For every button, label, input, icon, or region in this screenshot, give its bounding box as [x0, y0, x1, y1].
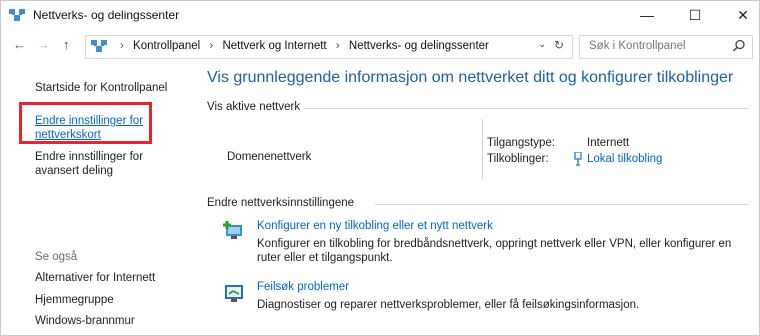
navigation-bar: ← → ↑ › Kontrollpanel › Nettverk og Inte… — [1, 35, 759, 59]
close-button[interactable]: ✕ — [721, 1, 760, 29]
up-button[interactable]: ↑ — [63, 37, 70, 52]
network-name: Domenenettverk — [227, 151, 312, 163]
new-connection-icon — [223, 221, 242, 239]
setup-new-connection-link[interactable]: Konfigurer en ny tilkobling eller et nyt… — [257, 220, 493, 232]
troubleshoot-description: Diagnostiser og reparer nettverksproblem… — [257, 299, 640, 311]
breadcrumb-control-panel[interactable]: Kontrollpanel — [133, 40, 200, 52]
ethernet-icon — [574, 152, 582, 166]
control-panel-home-link[interactable]: Startside for Kontrollpanel — [35, 81, 167, 95]
highlight-annotation — [19, 102, 152, 144]
chevron-down-icon[interactable]: ⌄ — [538, 39, 546, 50]
troubleshoot-problems-link[interactable]: Feilsøk problemer — [257, 281, 349, 293]
main-content: Vis grunnleggende informasjon om nettver… — [191, 65, 759, 335]
see-also-header: Se også — [35, 251, 78, 263]
vertical-divider — [482, 119, 483, 179]
maximize-button[interactable]: ☐ — [673, 1, 717, 29]
page-title: Vis grunnleggende informasjon om nettver… — [207, 69, 734, 86]
search-box[interactable]: Søk i Kontrollpanel — [579, 35, 753, 59]
setup-new-connection-description: Konfigurer en tilkobling for bredbåndsne… — [257, 238, 732, 264]
breadcrumb-separator: › — [335, 40, 340, 52]
breadcrumb-separator: › — [209, 40, 214, 52]
connections-label: Tilkoblinger: — [487, 153, 549, 165]
back-button[interactable]: ← — [13, 37, 26, 52]
windows-firewall-link[interactable]: Windows-brannmur — [35, 314, 135, 328]
active-networks-header: Vis aktive nettverk — [207, 101, 301, 113]
homegroup-link[interactable]: Hjemmegruppe — [35, 293, 114, 307]
window-title: Nettverks- og delingssenter — [33, 8, 180, 22]
breadcrumb-separator: › — [120, 40, 124, 52]
network-center-icon — [9, 9, 25, 21]
access-type-value: Internett — [587, 137, 630, 149]
local-connection-link[interactable]: Lokal tilkobling — [587, 153, 662, 165]
address-bar[interactable]: › Kontrollpanel › Nettverk og Internett … — [85, 35, 573, 59]
breadcrumb-network-internet[interactable]: Nettverk og Internett — [222, 40, 326, 52]
breadcrumb-network-sharing-center[interactable]: Nettverks- og delingssenter — [349, 40, 489, 52]
access-type-label: Tilgangstype: — [487, 137, 555, 149]
network-center-icon — [91, 40, 107, 52]
refresh-icon[interactable]: ↻ — [554, 38, 564, 52]
change-advanced-sharing-link[interactable]: Endre innstillinger for avansert deling — [35, 150, 185, 178]
section-divider — [303, 108, 749, 109]
title-bar: Nettverks- og delingssenter — ☐ ✕ — [1, 1, 759, 29]
minimize-button[interactable]: — — [625, 1, 669, 29]
search-icon[interactable] — [732, 39, 746, 53]
breadcrumb: › Kontrollpanel › Nettverk og Internett … — [114, 40, 489, 52]
change-settings-header: Endre nettverksinnstillingene — [207, 197, 355, 209]
section-divider — [375, 204, 749, 205]
troubleshoot-icon — [225, 285, 243, 302]
network-sharing-center-window: Nettverks- og delingssenter — ☐ ✕ ← → ↑ … — [0, 0, 760, 336]
search-input[interactable]: Søk i Kontrollpanel — [589, 40, 686, 52]
internet-options-link[interactable]: Alternativer for Internett — [35, 271, 155, 285]
forward-button[interactable]: → — [37, 37, 50, 52]
